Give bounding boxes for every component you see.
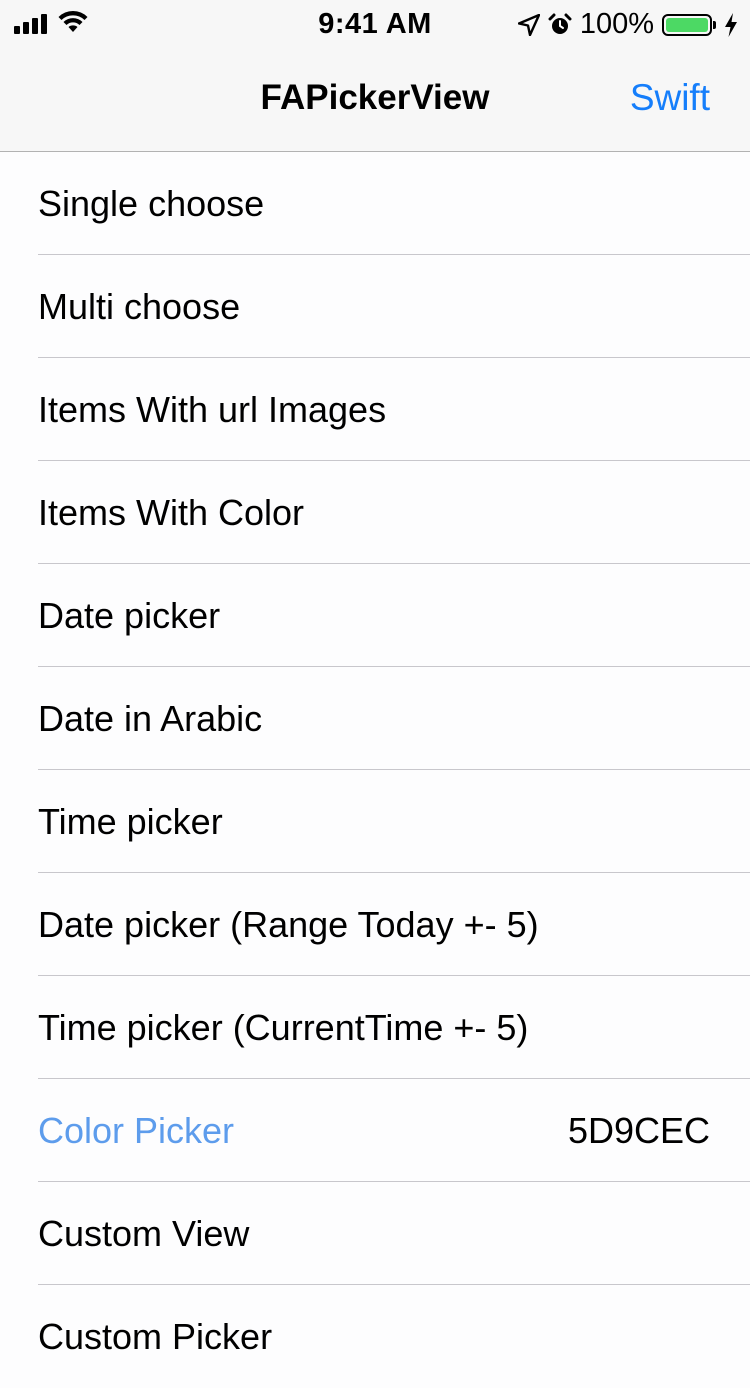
swift-button[interactable]: Swift bbox=[630, 77, 710, 119]
list-item-time-range[interactable]: Time picker (CurrentTime +- 5) bbox=[0, 976, 750, 1079]
charging-bolt-icon bbox=[725, 12, 737, 37]
list-item-label: Time picker bbox=[38, 801, 223, 842]
list-item-label: Items With Color bbox=[38, 492, 305, 533]
list-item-label: Items With url Images bbox=[38, 389, 387, 430]
list-item-date-arabic[interactable]: Date in Arabic bbox=[0, 667, 750, 770]
list-item-time-picker[interactable]: Time picker bbox=[0, 770, 750, 873]
color-value: 5D9CEC bbox=[567, 1110, 710, 1151]
list-item-custom-view[interactable]: Custom View bbox=[0, 1182, 750, 1285]
list-item-date-picker[interactable]: Date picker bbox=[0, 564, 750, 667]
list-item-single-choose[interactable]: Single choose bbox=[0, 152, 750, 255]
list-item-with-color[interactable]: Items With Color bbox=[0, 461, 750, 564]
list-item-color-picker[interactable]: Color Picker 5D9CEC bbox=[0, 1079, 750, 1182]
list-item-url-images[interactable]: Items With url Images bbox=[0, 358, 750, 461]
menu-list: Single choose Multi choose Items With ur… bbox=[0, 152, 750, 1388]
list-item-label: Color Picker bbox=[38, 1110, 235, 1151]
list-item-date-range[interactable]: Date picker (Range Today +- 5) bbox=[0, 873, 750, 976]
battery-percent: 100% bbox=[579, 8, 654, 40]
navigation-bar: FAPickerView Swift bbox=[0, 40, 750, 152]
alarm-icon bbox=[548, 13, 572, 34]
list-item-label: Date picker (Range Today +- 5) bbox=[38, 904, 539, 945]
list-item-label: Date picker bbox=[38, 595, 221, 636]
list-item-multi-choose[interactable]: Multi choose bbox=[0, 255, 750, 358]
list-item-label: Multi choose bbox=[38, 286, 241, 327]
battery-fill bbox=[666, 17, 708, 32]
list-item-custom-picker[interactable]: Custom Picker bbox=[0, 1285, 750, 1388]
list-item-label: Date in Arabic bbox=[38, 698, 263, 739]
list-item-label: Custom Picker bbox=[38, 1316, 273, 1357]
battery-icon bbox=[662, 13, 712, 36]
location-arrow-icon bbox=[517, 13, 540, 36]
status-right: 100% bbox=[517, 8, 738, 41]
list-item-label: Single choose bbox=[38, 183, 265, 224]
status-bar: 9:41 AM 100% bbox=[0, 0, 750, 40]
battery-cap bbox=[713, 20, 716, 29]
list-item-label: Custom View bbox=[38, 1213, 250, 1254]
list-item-label: Time picker (CurrentTime +- 5) bbox=[38, 1007, 529, 1048]
